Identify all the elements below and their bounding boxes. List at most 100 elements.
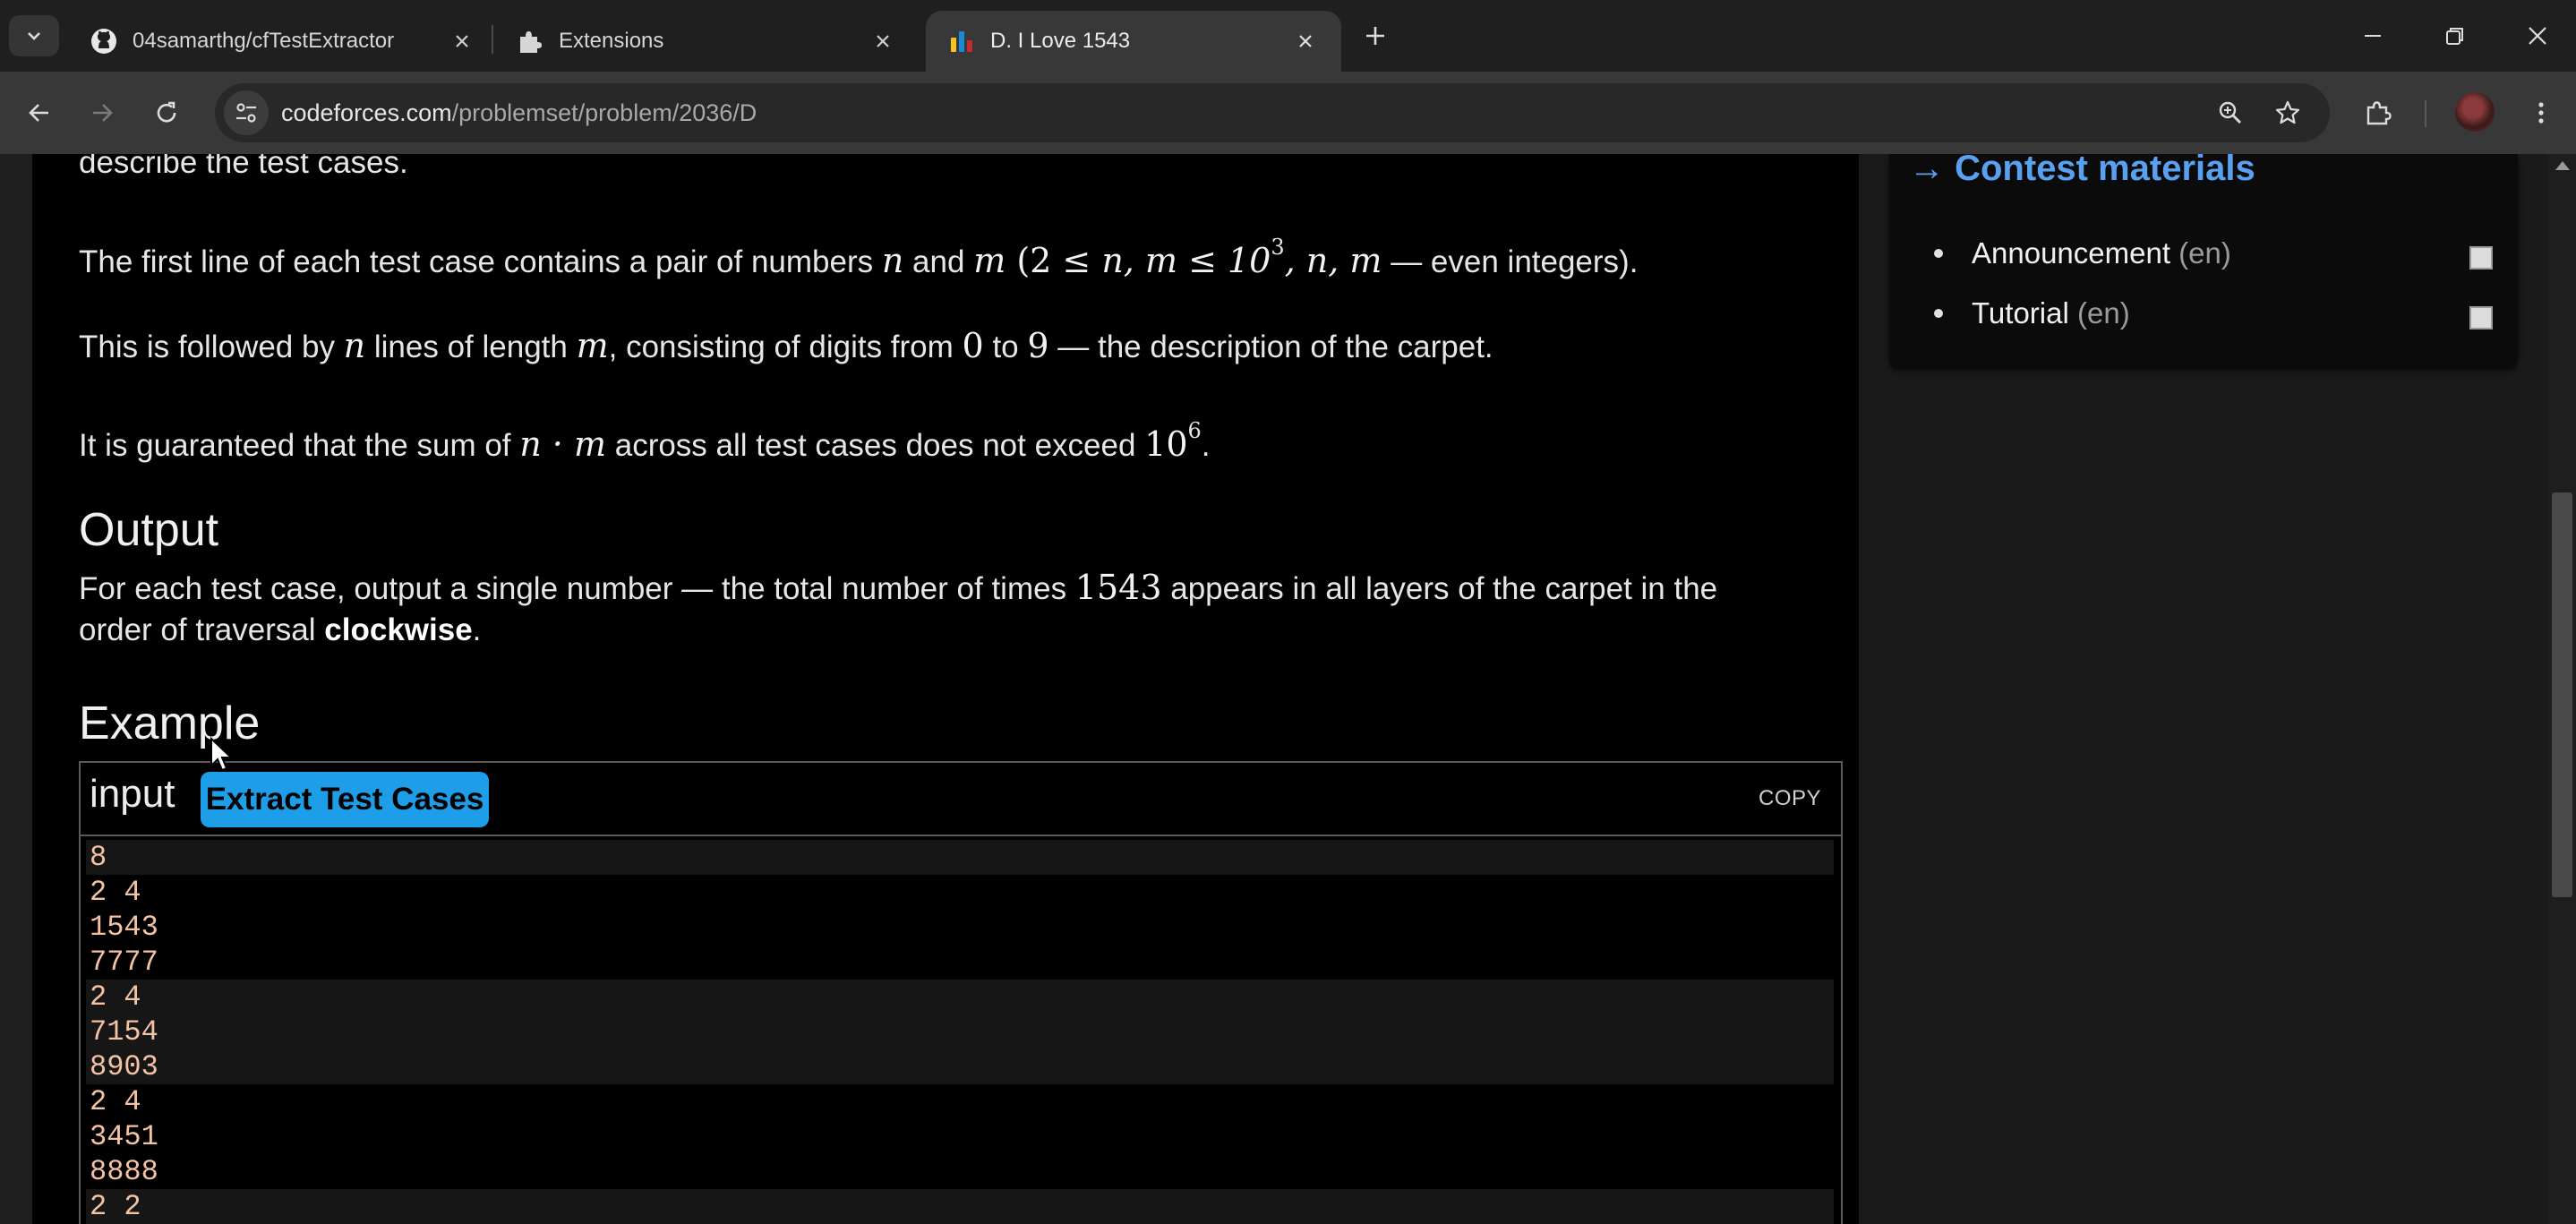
math-number: 1543 [1074,568,1162,607]
page-scrollbar[interactable] [2548,154,2576,1224]
text-run: For each test case, output a single numb… [79,571,1075,606]
tab-extensions[interactable]: Extensions [494,11,919,72]
puzzle-piece-icon [516,27,544,56]
math-constraint: n, m ≤ 10 [1101,241,1271,280]
announcement-link[interactable]: Announcement (en) [1934,236,2231,270]
math-product: n · m [519,424,606,464]
material-lang: (en) [2178,236,2231,270]
extract-test-cases-button[interactable]: Extract Test Cases [201,772,489,827]
input-line: 1543 [90,911,158,944]
input-line: 2 2 [86,1189,1834,1224]
broken-image-icon [2469,306,2493,330]
math-exponent: 6 [1187,418,1202,443]
browser-toolbar: codeforces.com/problemset/problem/2036/D [0,72,2576,154]
statement-fragment: describe the test cases. [79,154,408,180]
text-run: The first line of each test case contain… [79,244,882,279]
material-label: Announcement [1972,236,2170,270]
contest-materials-title: → Contest materials [1909,154,2255,188]
sample-input-content[interactable]: 8 2 4 1543 7777 2 4 7154 8903 2 4 3451 8… [86,840,1834,1224]
input-line: 8903 [86,1049,1834,1084]
chevron-down-icon [28,32,40,40]
web-page: describe the test cases. The first line … [0,154,2576,1224]
output-heading: Output [79,504,219,556]
close-window-button[interactable] [2509,9,2566,63]
tab-search-button[interactable] [9,15,59,56]
restore-button[interactable] [2426,9,2484,63]
text-run: — the description of the carpet. [1048,330,1493,364]
input-spec-line-1: The first line of each test case contain… [79,235,1638,280]
url-text[interactable]: codeforces.com/problemset/problem/2036/D [281,83,757,142]
text-run: appears in all layers of the carpet in t… [1161,571,1718,606]
bold-text: clockwise [324,612,473,647]
material-lang: (en) [2077,296,2130,330]
browser-menu-button[interactable] [2518,90,2564,136]
codeforces-icon [947,27,976,56]
close-tab-icon[interactable] [1291,27,1320,56]
zoom-button[interactable] [2208,90,2253,135]
input-line: 2 4 [90,1085,141,1118]
math-exponent: 3 [1271,235,1285,260]
minimize-button[interactable] [2344,9,2401,63]
input-label: input [90,772,175,816]
arrow-left-icon [29,104,48,122]
close-tab-icon[interactable] [869,27,897,56]
reload-button[interactable] [143,90,190,136]
bookmark-button[interactable] [2265,90,2310,135]
zoom-in-icon [2219,101,2241,124]
math-digit: 9 [1027,326,1049,365]
math-m: m [576,326,609,365]
math-n-m: , n, m [1284,241,1382,280]
plus-icon [1366,27,1384,45]
material-label: Tutorial [1972,296,2069,330]
tutorial-link[interactable]: Tutorial (en) [1934,296,2130,330]
scroll-up-arrow-icon[interactable] [2555,161,2570,170]
input-line: 8 [86,840,1834,875]
new-tab-button[interactable] [1354,14,1397,57]
input-spec-line-2: This is followed by n lines of length m,… [79,326,1493,365]
page-left-margin [0,154,32,1224]
math-constraint: (2 ≤ [1006,241,1102,280]
tab-problem-d[interactable]: D. I Love 1543 [926,11,1341,72]
profile-avatar[interactable] [2455,92,2495,132]
url-path: /problemset/problem/2036/D [451,99,757,126]
output-spec-line-2: order of traversal clockwise. [79,612,481,648]
text-run: It is guaranteed that the sum of [79,428,520,463]
sample-input-header: input Extract Test Cases COPY [81,763,1841,836]
text-run: . [472,612,482,647]
input-spec-line-3: It is guaranteed that the sum of n · m a… [79,418,1211,464]
problem-statement: describe the test cases. The first line … [32,154,1859,1224]
tune-icon [236,103,256,123]
tab-strip: 04samarthg/cfTestExtractor Extensions D.… [0,0,2576,72]
broken-image-icon [2469,246,2493,270]
tab-title: D. I Love 1543 [990,29,1131,53]
scrollbar-thumb[interactable] [2552,492,2572,897]
tab-separator [492,25,493,54]
github-icon [90,27,118,56]
site-info-button[interactable] [224,90,269,135]
text-run: lines of length [365,330,577,364]
close-tab-icon[interactable] [448,27,476,56]
restore-icon [2446,28,2463,45]
output-spec-line-1: For each test case, output a single numb… [79,568,1717,607]
forward-button[interactable] [79,90,125,136]
copy-button[interactable]: COPY [1759,786,1821,811]
more-vertical-icon [2538,102,2544,124]
math-m: m [973,241,1006,280]
extensions-button[interactable] [2355,90,2401,136]
input-line: 2 4 [90,876,141,909]
tab-cftestextractor[interactable]: 04samarthg/cfTestExtractor [68,11,498,72]
math-base: 10 [1144,424,1188,464]
text-run: This is followed by [79,330,344,364]
minimize-icon [2365,35,2381,37]
mouse-cursor-icon [210,737,234,772]
address-bar[interactable]: codeforces.com/problemset/problem/2036/D [215,83,2330,142]
input-line: 7154 [86,1014,1834,1049]
contest-materials-box: → Contest materials Announcement (en) Tu… [1889,154,2518,369]
text-run: — even integers). [1382,244,1639,279]
close-icon [2529,27,2546,45]
text-run: . [1201,428,1211,463]
text-run: across all test cases does not exceed [606,428,1145,463]
tab-title: 04samarthg/cfTestExtractor [133,29,395,53]
back-button[interactable] [16,90,63,136]
bullet [1934,309,1943,318]
